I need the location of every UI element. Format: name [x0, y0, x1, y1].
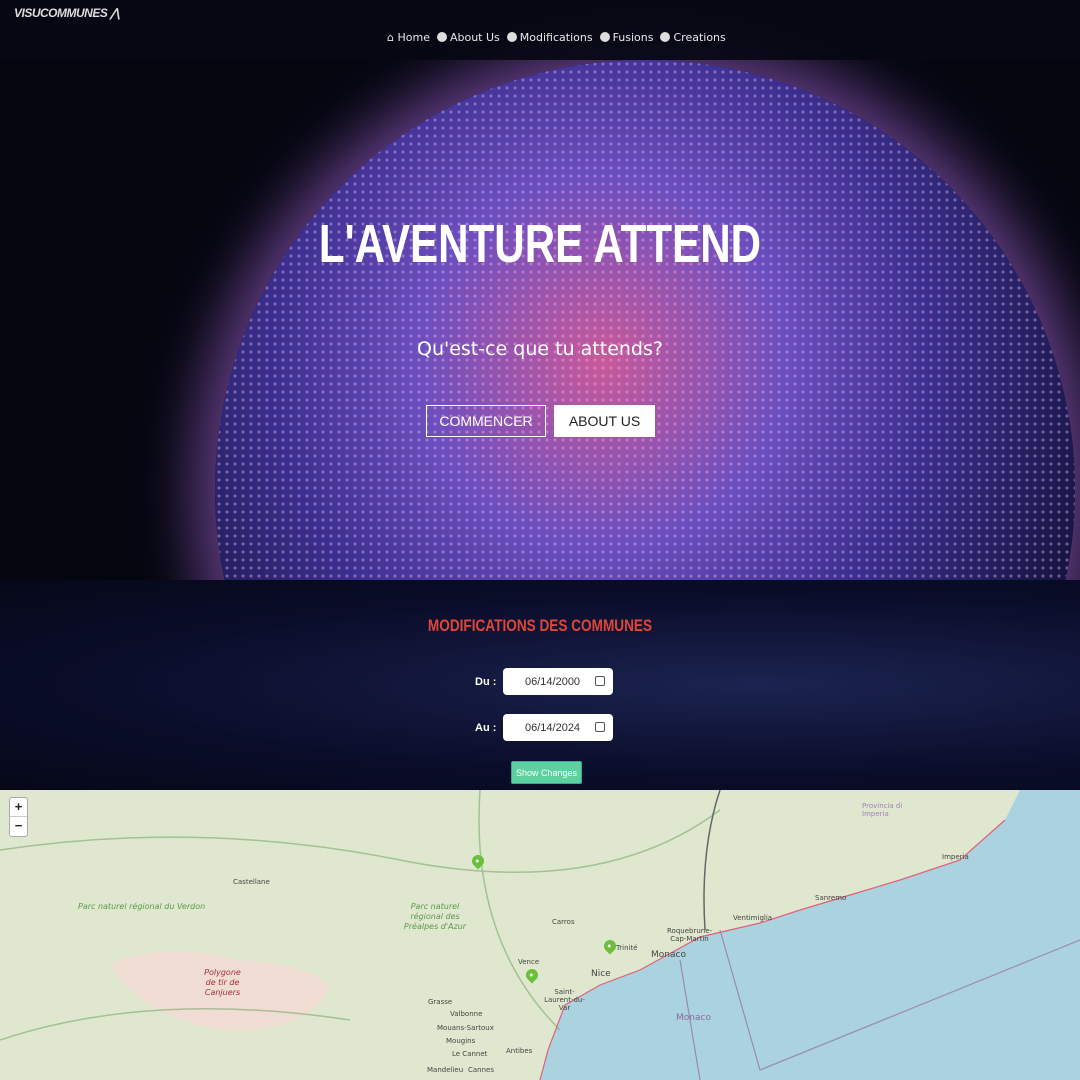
navbar: VISUCOMMUNES ⋀ ⌂ Home About Us Modificat…: [0, 0, 1080, 60]
smiley-icon: [660, 32, 671, 42]
globe-background: [215, 60, 1075, 580]
to-label: Au :: [475, 722, 497, 734]
nav-home[interactable]: ⌂ Home: [387, 31, 430, 44]
from-label: Du :: [475, 676, 497, 688]
to-date-input[interactable]: 06/14/2024: [503, 714, 613, 741]
hero-section: [0, 0, 1080, 580]
nav-modifications[interactable]: Modifications: [506, 31, 593, 44]
hero-title: L'AVENTURE ATTEND: [318, 214, 762, 274]
from-date-input[interactable]: 06/14/2000: [503, 668, 613, 695]
commencer-button[interactable]: COMMENCER: [426, 405, 546, 437]
hero-subtitle: Qu'est-ce que tu attends?: [417, 338, 663, 360]
nav-fusions[interactable]: Fusions: [599, 31, 653, 44]
smiley-icon: [599, 32, 610, 42]
nav-creations[interactable]: Creations: [660, 31, 726, 44]
zoom-in-button[interactable]: +: [10, 798, 27, 817]
map-tiles: [0, 790, 1080, 1080]
section-title: MODIFICATIONS DES COMMUNES: [427, 616, 653, 635]
nav-about-us[interactable]: About Us: [436, 31, 500, 44]
map[interactable]: Castellane Parc naturel régional du Verd…: [0, 790, 1080, 1080]
smiley-icon: [436, 32, 447, 42]
logo[interactable]: VISUCOMMUNES ⋀: [14, 6, 120, 20]
calendar-icon[interactable]: [595, 676, 605, 686]
zoom-control: + −: [9, 797, 28, 837]
nav-menu: ⌂ Home About Us Modifications Fusions Cr…: [387, 31, 726, 44]
about-us-button[interactable]: ABOUT US: [554, 405, 655, 437]
show-changes-button[interactable]: Show Changes: [511, 761, 582, 784]
calendar-icon[interactable]: [595, 722, 605, 732]
smiley-icon: [506, 32, 517, 42]
home-icon: ⌂: [387, 31, 394, 44]
zoom-out-button[interactable]: −: [10, 817, 27, 836]
